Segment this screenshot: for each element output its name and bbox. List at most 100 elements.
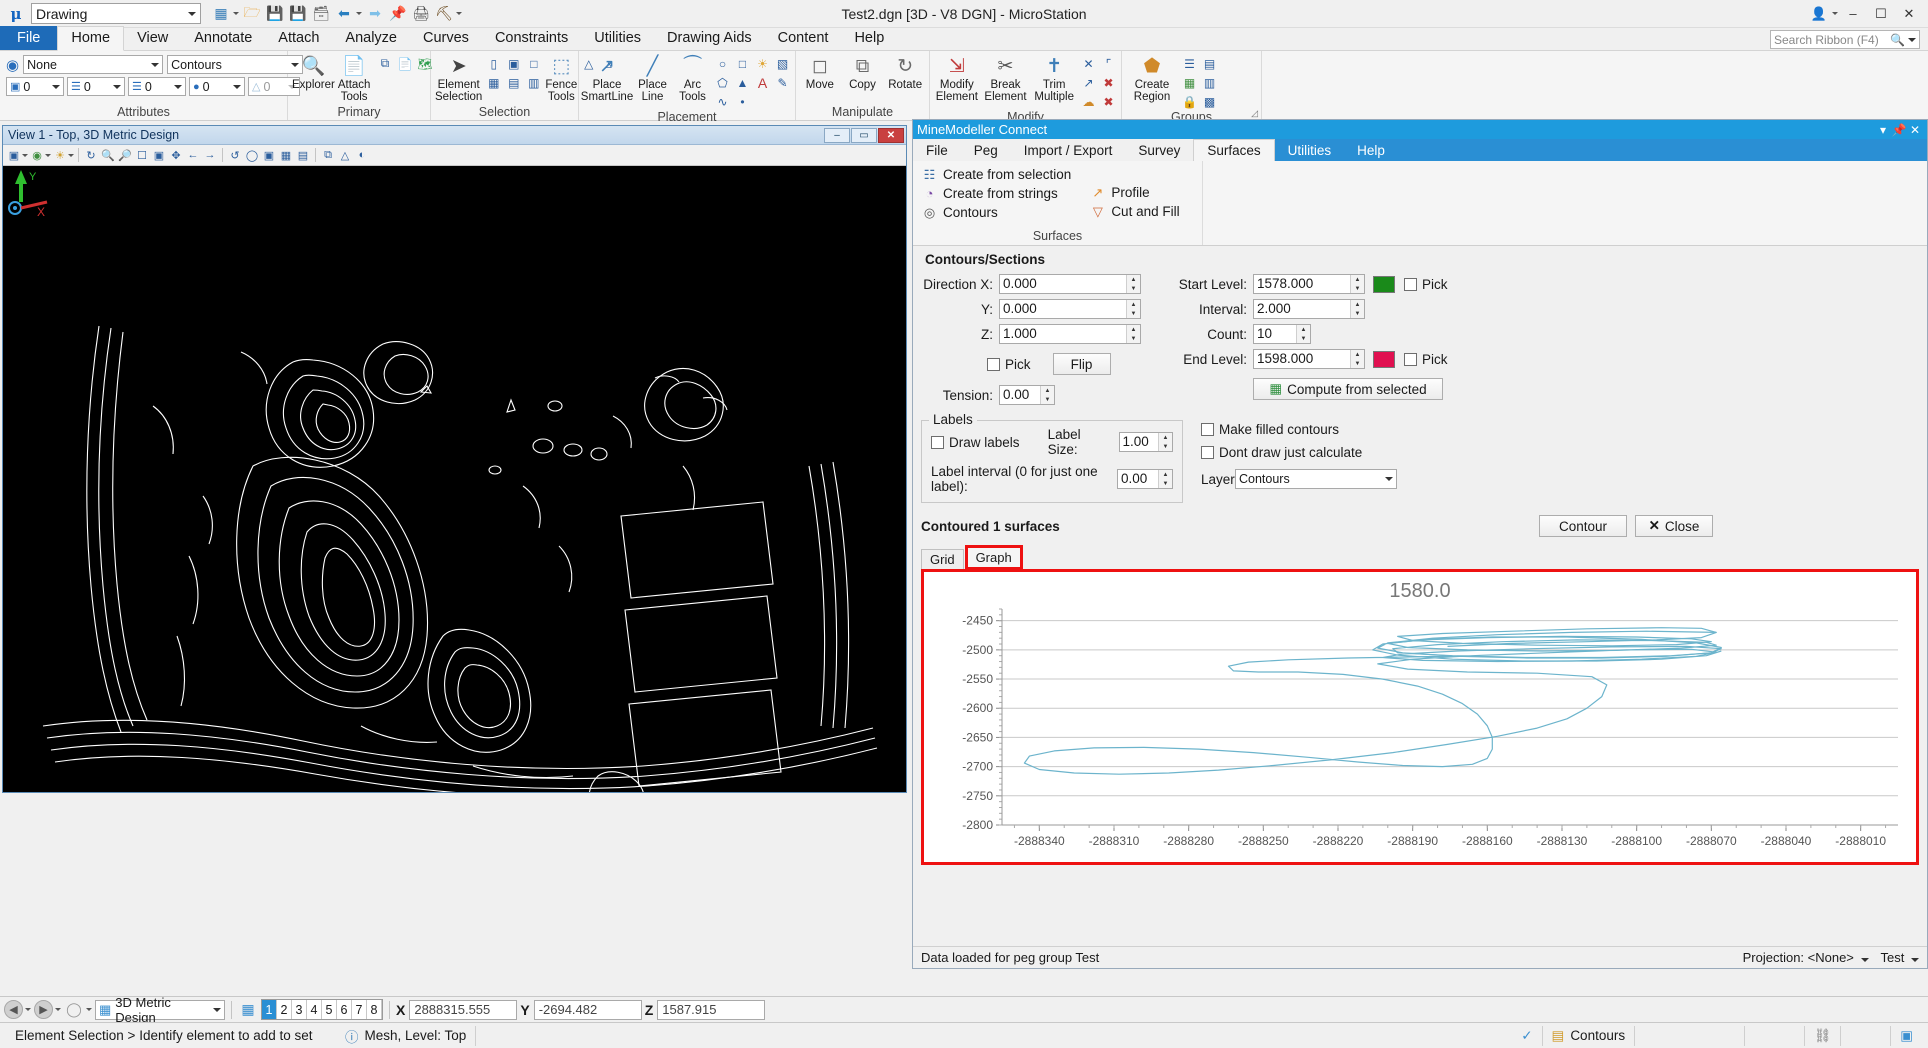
pattern-icon[interactable]: ☀ (754, 55, 771, 72)
direction-z-input[interactable]: 1.000 ▲▼ (999, 324, 1141, 344)
active-level-combo[interactable]: None (23, 55, 163, 74)
fence-tools-button[interactable]: ⬚ Fence Tools (545, 55, 577, 103)
mm-tab-file[interactable]: File (913, 139, 961, 161)
select-none-icon[interactable]: □ (525, 55, 542, 72)
ribbon-tab-drawing-aids[interactable]: Drawing Aids (654, 27, 765, 50)
chevron-down-icon[interactable] (86, 1008, 92, 1011)
create-from-selection-item[interactable]: ☷ Create from selection (921, 165, 1071, 184)
place-block-icon[interactable]: □ (734, 55, 751, 72)
chevron-down-icon[interactable] (356, 12, 362, 15)
coord-x-value[interactable]: 2888315.555 (409, 1000, 517, 1020)
place-text-icon[interactable]: A (754, 74, 771, 91)
end-level-input[interactable]: 1598.000 ▲▼ (1253, 349, 1365, 369)
start-level-input[interactable]: 1578.000 ▲▼ (1253, 274, 1365, 294)
place-circle-icon[interactable]: ○ (714, 55, 731, 72)
view-toggle-1[interactable]: 1 (262, 1000, 277, 1019)
place-curve-icon[interactable]: ∿ (714, 93, 731, 110)
view-minimize-button[interactable]: – (824, 128, 850, 143)
layer-select[interactable]: Contours (1235, 469, 1397, 489)
direction-z-spinner[interactable]: ▲▼ (1126, 325, 1140, 343)
view-toggle-2[interactable]: 2 (277, 1000, 292, 1019)
ribbon-search-box[interactable]: Search Ribbon (F4) 🔍 (1770, 30, 1920, 49)
chevron-down-icon[interactable] (55, 1008, 61, 1011)
pan-view-icon[interactable]: ✥ (168, 147, 184, 163)
view-groups-icon[interactable]: ▦ (211, 4, 231, 24)
end-color-swatch[interactable] (1373, 351, 1395, 368)
redo-icon[interactable]: ➡ (365, 4, 385, 24)
copy-view-icon[interactable]: ⧉ (320, 147, 336, 163)
place-point-icon[interactable]: • (734, 93, 751, 110)
select-by-attributes-icon[interactable]: ▯ (485, 55, 502, 72)
panel-collapse-button[interactable]: ▾ (1875, 123, 1891, 137)
result-tab-grid[interactable]: Grid (921, 549, 964, 570)
references-icon[interactable]: 📄 (396, 55, 413, 72)
pick-direction-checkbox[interactable]: Pick (987, 357, 1031, 372)
tension-spinner[interactable]: ▲▼ (1040, 386, 1054, 404)
label-size-spinner[interactable]: ▲▼ (1158, 433, 1172, 451)
profile-item[interactable]: ↗ Profile (1089, 183, 1179, 202)
move-button[interactable]: ◻ Move (800, 55, 840, 91)
start-level-spinner[interactable]: ▲▼ (1350, 275, 1364, 293)
select-all-icon[interactable]: ▣ (505, 55, 522, 72)
status-lock-cell[interactable]: ⛓ (1805, 1026, 1841, 1046)
model-stack-icon[interactable]: ◯ (64, 1000, 84, 1020)
chevron-down-icon[interactable] (456, 12, 462, 15)
count-input[interactable]: 10 ▲▼ (1253, 324, 1311, 344)
ribbon-tab-file[interactable]: File (0, 26, 57, 50)
status-misc-cell[interactable]: ▣ (1891, 1026, 1922, 1046)
create-from-strings-item[interactable]: ◔ Create from strings (921, 184, 1071, 203)
line-weight-combo[interactable]: ☰ 0 (128, 77, 186, 96)
attach-tools-button[interactable]: 📄 Attach Tools (338, 55, 371, 103)
end-level-spinner[interactable]: ▲▼ (1350, 350, 1364, 368)
view-toggle-6[interactable]: 6 (337, 1000, 352, 1019)
ribbon-tab-analyze[interactable]: Analyze (332, 27, 410, 50)
draw-labels-checkbox[interactable]: Draw labels (931, 435, 1048, 450)
direction-y-spinner[interactable]: ▲▼ (1126, 300, 1140, 318)
contour-graph-panel[interactable]: 1580.0 -2450-2500-2550-2600-2650-2700-27… (921, 569, 1919, 865)
create-region-button[interactable]: ⬟ Create Region (1126, 55, 1178, 103)
status-level-cell[interactable]: ▤ Contours (1543, 1026, 1636, 1046)
camera-icon[interactable]: ▣ (261, 147, 277, 163)
save-icon[interactable]: 💾 (265, 4, 285, 24)
place-note-icon[interactable]: ✎ (774, 74, 791, 91)
hatch-icon[interactable]: ▧ (774, 55, 791, 72)
minemodeller-icon[interactable]: ⛏ (434, 4, 454, 24)
undo-icon[interactable]: ⬅ (334, 4, 354, 24)
chevron-down-icon[interactable] (1908, 38, 1916, 42)
view-next-icon[interactable]: → (202, 147, 218, 163)
zoom-in-icon[interactable]: 🔍 (100, 147, 116, 163)
view-attributes-icon[interactable]: ▣ (6, 147, 22, 163)
window-area-icon[interactable]: ☐ (134, 147, 150, 163)
start-pick-checkbox[interactable]: Pick (1404, 277, 1448, 292)
view-toggle-4[interactable]: 4 (307, 1000, 322, 1019)
transparency-combo[interactable]: ● 0 (189, 77, 245, 96)
view-toggle-8[interactable]: 8 (367, 1000, 382, 1019)
ribbon-tab-attach[interactable]: Attach (265, 27, 332, 50)
select-similar-icon[interactable]: ▥ (525, 74, 542, 91)
view-presentation-icon[interactable]: ☀ (52, 147, 68, 163)
print-icon[interactable]: 🖨 (411, 4, 431, 24)
view-display-toggle-icon[interactable]: ◐ (354, 147, 370, 163)
info-icon[interactable]: ⓘ (345, 1026, 359, 1046)
start-color-swatch[interactable] (1373, 276, 1395, 293)
view-toggle-3[interactable]: 3 (292, 1000, 307, 1019)
layer-combo[interactable]: Contours (167, 55, 303, 74)
level-symbology-icon[interactable]: ◉ (6, 56, 19, 74)
flip-button[interactable]: Flip (1053, 353, 1111, 375)
place-smartline-button[interactable]: ↗ Place SmartLine (583, 55, 631, 103)
explorer-button[interactable]: 🔍 Explorer (292, 55, 335, 91)
design-canvas[interactable]: Y X (3, 166, 906, 792)
element-selection-button[interactable]: ➤ Element Selection (435, 55, 482, 103)
chevron-down-icon[interactable] (22, 154, 28, 157)
make-filled-contours-checkbox[interactable]: Make filled contours (1201, 422, 1397, 437)
copy-button[interactable]: ⧉ Copy (843, 55, 883, 91)
ribbon-tab-help[interactable]: Help (841, 27, 897, 50)
contours-item[interactable]: ◎ Contours (921, 203, 1071, 222)
status-cell-b[interactable] (1745, 1026, 1805, 1046)
count-spinner[interactable]: ▲▼ (1296, 325, 1310, 343)
save-settings-icon[interactable]: 💾 (288, 4, 308, 24)
modify-element-button[interactable]: ⇲ Modify Element (934, 55, 980, 103)
clip-mask-icon[interactable]: ▤ (295, 147, 311, 163)
direction-x-spinner[interactable]: ▲▼ (1126, 275, 1140, 293)
ribbon-tab-curves[interactable]: Curves (410, 27, 482, 50)
